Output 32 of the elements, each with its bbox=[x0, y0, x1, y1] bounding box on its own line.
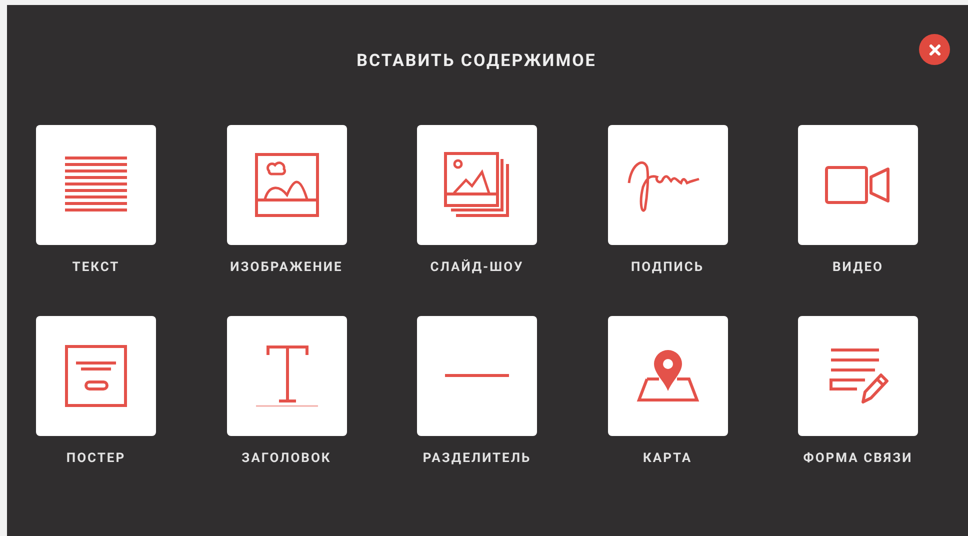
tile-label: ВИДЕО bbox=[832, 258, 884, 276]
tile-label: ИЗОБРАЖЕНИЕ bbox=[230, 258, 343, 276]
tile-label: РАЗДЕЛИТЕЛЬ bbox=[422, 450, 532, 468]
content-tile[interactable] bbox=[36, 316, 156, 436]
content-tile[interactable] bbox=[608, 124, 728, 244]
tile-label: ФОРМА СВЯЗИ bbox=[803, 450, 913, 468]
dialog-title: ВСТАВИТЬ СОДЕРЖИМОЕ bbox=[356, 50, 596, 73]
heading-t-icon bbox=[254, 344, 318, 406]
poster-icon bbox=[65, 344, 127, 406]
close-button[interactable] bbox=[919, 34, 950, 65]
content-tile[interactable] bbox=[798, 316, 918, 436]
tile-label: ТЕКСТ bbox=[72, 258, 120, 276]
text-lines-icon bbox=[64, 156, 128, 214]
tile-label: ПОСТЕР bbox=[66, 450, 126, 468]
close-icon bbox=[926, 42, 942, 58]
image-icon bbox=[254, 152, 318, 216]
tile-label: ПОДПИСЬ bbox=[630, 258, 704, 276]
content-tile[interactable] bbox=[417, 316, 537, 436]
form-pencil-icon bbox=[827, 346, 889, 404]
image-stack-icon bbox=[444, 152, 510, 218]
content-tile[interactable] bbox=[798, 124, 918, 244]
map-pin-icon bbox=[634, 348, 700, 402]
content-tile[interactable] bbox=[226, 316, 346, 436]
content-tile[interactable] bbox=[417, 124, 537, 244]
tile-label: СЛАЙД-ШОУ bbox=[430, 258, 524, 276]
tile-label: КАРТА bbox=[642, 450, 692, 468]
content-tile[interactable] bbox=[608, 316, 728, 436]
content-tile[interactable] bbox=[226, 124, 346, 244]
video-camera-icon bbox=[825, 166, 891, 204]
tile-label: ЗАГОЛОВОК bbox=[242, 450, 332, 468]
content-tile[interactable] bbox=[36, 124, 156, 244]
horizontal-line-icon bbox=[445, 374, 509, 377]
